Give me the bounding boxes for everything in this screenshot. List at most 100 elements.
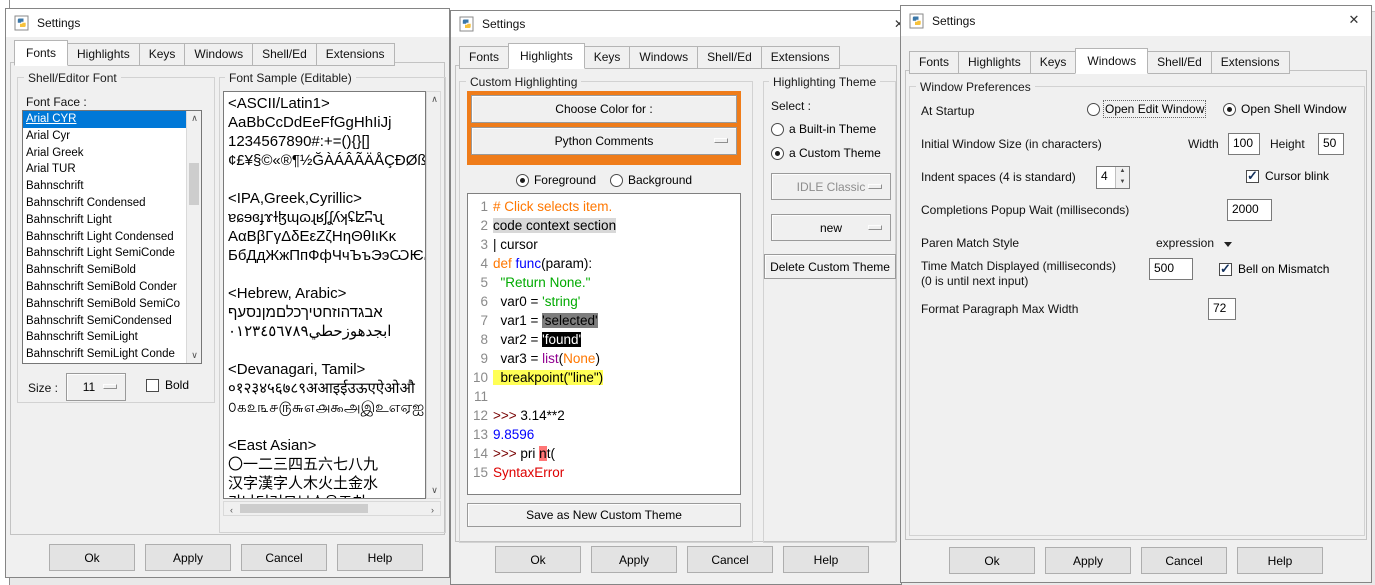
apply-button[interactable]: Apply bbox=[145, 544, 231, 571]
code-token-plain[interactable]: ) bbox=[595, 351, 600, 366]
tab-extensions[interactable]: Extensions bbox=[1211, 51, 1290, 74]
tab-fonts[interactable]: Fonts bbox=[14, 40, 68, 66]
ok-button[interactable]: Ok bbox=[495, 546, 581, 573]
tab-extensions[interactable]: Extensions bbox=[316, 43, 395, 66]
code-token-kw[interactable]: def bbox=[493, 256, 512, 271]
code-token-plain[interactable]: (param): bbox=[541, 256, 592, 271]
height-input[interactable]: 50 bbox=[1318, 133, 1344, 155]
tab-highlights[interactable]: Highlights bbox=[958, 51, 1031, 74]
tab-highlights[interactable]: Highlights bbox=[508, 43, 585, 69]
code-token-plain[interactable]: 3.14**2 bbox=[517, 408, 565, 423]
font-list-item[interactable]: Arial Cyr bbox=[23, 128, 186, 145]
bell-checkbox[interactable]: Bell on Mismatch bbox=[1219, 262, 1329, 276]
code-token-str[interactable]: 'string' bbox=[542, 294, 580, 309]
code-token-stdout[interactable]: 9.8596 bbox=[493, 427, 534, 442]
save-custom-theme-button[interactable]: Save as New Custom Theme bbox=[467, 503, 741, 527]
font-list-item[interactable]: Bahnschrift Condensed bbox=[23, 195, 186, 212]
code-token-def[interactable]: func bbox=[516, 256, 542, 271]
scroll-thumb[interactable] bbox=[240, 504, 368, 513]
font-list-item[interactable]: Bahnschrift Light SemiConde bbox=[23, 245, 186, 262]
sample-line[interactable]: 11 bbox=[468, 387, 740, 406]
ok-button[interactable]: Ok bbox=[49, 544, 135, 571]
code-token-console[interactable]: >>> bbox=[493, 446, 517, 461]
font-sample-text[interactable]: <ASCII/Latin1> AaBbCcDdEeFfGgHhIiJj 1234… bbox=[223, 91, 426, 499]
tab-keys[interactable]: Keys bbox=[1030, 51, 1077, 74]
highlight-sample[interactable]: 1# Click selects item.2code context sect… bbox=[467, 193, 741, 495]
font-list-item[interactable]: Bahnschrift SemiLight bbox=[23, 329, 186, 346]
sample-line[interactable]: 15SyntaxError bbox=[468, 463, 740, 482]
code-token-plain[interactable]: t( bbox=[547, 446, 555, 461]
font-list-item[interactable]: Arial Greek bbox=[23, 145, 186, 162]
font-list-item[interactable]: Bahnschrift Light bbox=[23, 212, 186, 229]
time-match-input[interactable]: 500 bbox=[1149, 258, 1193, 280]
cancel-button[interactable]: Cancel bbox=[241, 544, 327, 571]
code-token-plain[interactable]: var1 = bbox=[493, 313, 542, 328]
font-list-item[interactable]: Bahnschrift Light Condensed bbox=[23, 229, 186, 246]
custom-theme-dropdown[interactable]: new bbox=[771, 214, 891, 241]
scroll-up-icon[interactable]: ∧ bbox=[427, 92, 442, 107]
sample-line[interactable]: 9 var3 = list(None) bbox=[468, 349, 740, 368]
scroll-down-icon[interactable]: ∨ bbox=[187, 348, 202, 363]
scroll-left-icon[interactable]: ‹ bbox=[224, 502, 239, 517]
code-token-ctx[interactable]: code context section bbox=[493, 218, 616, 233]
sample-line[interactable]: 7 var1 = 'selected' bbox=[468, 311, 740, 330]
font-list-item[interactable]: Bahnschrift SemiBold bbox=[23, 262, 186, 279]
bold-checkbox[interactable]: Bold bbox=[146, 378, 189, 392]
cancel-button[interactable]: Cancel bbox=[1141, 547, 1227, 574]
ok-button[interactable]: Ok bbox=[949, 547, 1035, 574]
sample-line[interactable]: 1# Click selects item. bbox=[468, 197, 740, 216]
scroll-down-icon[interactable]: ∨ bbox=[427, 483, 442, 498]
code-token-stderr[interactable]: SyntaxError bbox=[493, 465, 564, 480]
code-token-plain[interactable]: var3 = bbox=[493, 351, 542, 366]
delete-custom-theme-button[interactable]: Delete Custom Theme bbox=[764, 254, 896, 279]
tab-shelled[interactable]: Shell/Ed bbox=[1147, 51, 1212, 74]
font-list-item[interactable]: Bahnschrift SemiLight Conde bbox=[23, 346, 186, 363]
sample-line[interactable]: 10 breakpoint("line") bbox=[468, 368, 740, 387]
apply-button[interactable]: Apply bbox=[591, 546, 677, 573]
code-token-plain[interactable]: var2 = bbox=[493, 332, 542, 347]
code-token-builtin[interactable]: list bbox=[542, 351, 559, 366]
radio-dot[interactable] bbox=[1087, 103, 1100, 116]
sample-vscrollbar[interactable]: ∧ ∨ bbox=[426, 91, 441, 499]
radio-dot[interactable] bbox=[516, 174, 529, 187]
highlight-target-dropdown[interactable]: Python Comments bbox=[471, 127, 737, 155]
code-token-plain[interactable]: | cursor bbox=[493, 237, 538, 252]
cursor-blink-checkbox[interactable]: Cursor blink bbox=[1246, 169, 1329, 183]
titlebar[interactable]: Settings ✕ bbox=[451, 11, 901, 37]
open-shell-radio[interactable]: Open Shell Window bbox=[1223, 102, 1346, 116]
code-token-brk[interactable]: breakpoint("line") bbox=[493, 370, 603, 385]
builtin-theme-radio[interactable]: a Built-in Theme bbox=[771, 122, 876, 136]
code-token-err[interactable]: n bbox=[539, 446, 547, 461]
titlebar[interactable]: Settings bbox=[6, 9, 449, 37]
code-token-hit[interactable]: 'found' bbox=[542, 332, 581, 347]
format-width-input[interactable]: 72 bbox=[1208, 298, 1236, 320]
titlebar[interactable]: Settings ✕ bbox=[901, 6, 1371, 36]
scroll-right-icon[interactable]: › bbox=[425, 502, 440, 517]
help-button[interactable]: Help bbox=[783, 546, 869, 573]
sample-line[interactable]: 2code context section bbox=[468, 216, 740, 235]
close-icon[interactable]: ✕ bbox=[1337, 6, 1371, 33]
sample-line[interactable]: 8 var2 = 'found' bbox=[468, 330, 740, 349]
indent-spinner[interactable]: 4 ▲▼ bbox=[1096, 166, 1130, 189]
spinner-arrows[interactable]: ▲▼ bbox=[1115, 167, 1129, 188]
radio-dot[interactable] bbox=[771, 123, 784, 136]
radio-dot[interactable] bbox=[610, 174, 623, 187]
foreground-radio[interactable]: Foreground bbox=[516, 173, 596, 187]
scroll-thumb[interactable] bbox=[189, 163, 199, 205]
completions-input[interactable]: 2000 bbox=[1227, 199, 1272, 221]
tab-fonts[interactable]: Fonts bbox=[459, 46, 509, 69]
bold-checkbox-box[interactable] bbox=[146, 379, 159, 392]
code-token-kw[interactable]: None bbox=[563, 351, 595, 366]
width-input[interactable]: 100 bbox=[1228, 133, 1260, 155]
sample-line[interactable]: 12>>> 3.14**2 bbox=[468, 406, 740, 425]
tab-windows[interactable]: Windows bbox=[184, 43, 253, 66]
font-list-item[interactable]: Bahnschrift SemiBold Conder bbox=[23, 279, 186, 296]
tab-extensions[interactable]: Extensions bbox=[761, 46, 840, 69]
tab-shelled[interactable]: Shell/Ed bbox=[697, 46, 762, 69]
checkbox-box[interactable] bbox=[1219, 263, 1232, 276]
code-token-comment[interactable]: # Click selects item. bbox=[493, 199, 612, 214]
builtin-theme-dropdown[interactable]: IDLE Classic bbox=[771, 173, 891, 200]
font-list-item[interactable]: Arial TUR bbox=[23, 161, 186, 178]
size-dropdown[interactable]: 11 bbox=[66, 373, 126, 401]
tab-keys[interactable]: Keys bbox=[139, 43, 186, 66]
